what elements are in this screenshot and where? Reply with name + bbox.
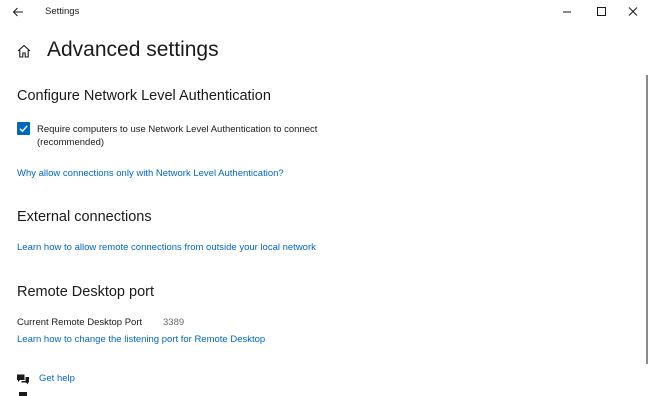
window-title: Settings [45,6,80,17]
nla-checkbox[interactable] [17,122,30,135]
port-value: 3389 [163,317,185,328]
feedback-icon[interactable] [19,392,27,396]
nla-info-link[interactable]: Why allow connections only with Network … [17,168,284,179]
close-button[interactable] [618,0,648,24]
title-bar: Settings [0,0,650,24]
back-arrow-icon[interactable] [10,4,26,20]
change-port-link[interactable]: Learn how to change the listening port f… [17,334,265,345]
external-connections-heading: External connections [17,209,152,225]
settings-window: Settings Advanced settings Configure Net… [0,0,650,396]
remote-desktop-port-heading: Remote Desktop port [17,284,155,300]
maximize-icon [597,7,606,16]
page-title: Advanced settings [47,38,219,61]
minimize-button[interactable] [552,0,582,24]
close-icon [628,7,638,16]
home-icon[interactable] [16,43,32,59]
nla-checkbox-label[interactable]: Require computers to use Network Level A… [37,123,357,149]
get-help-icon[interactable] [16,372,30,385]
maximize-button[interactable] [586,0,616,24]
get-help-link[interactable]: Get help [39,373,75,384]
checkmark-icon [19,125,28,133]
scrollbar[interactable] [646,75,648,364]
external-connections-link[interactable]: Learn how to allow remote connections fr… [17,242,316,253]
nla-heading: Configure Network Level Authentication [17,88,271,104]
port-label: Current Remote Desktop Port [17,317,143,328]
minimize-icon [563,11,571,13]
